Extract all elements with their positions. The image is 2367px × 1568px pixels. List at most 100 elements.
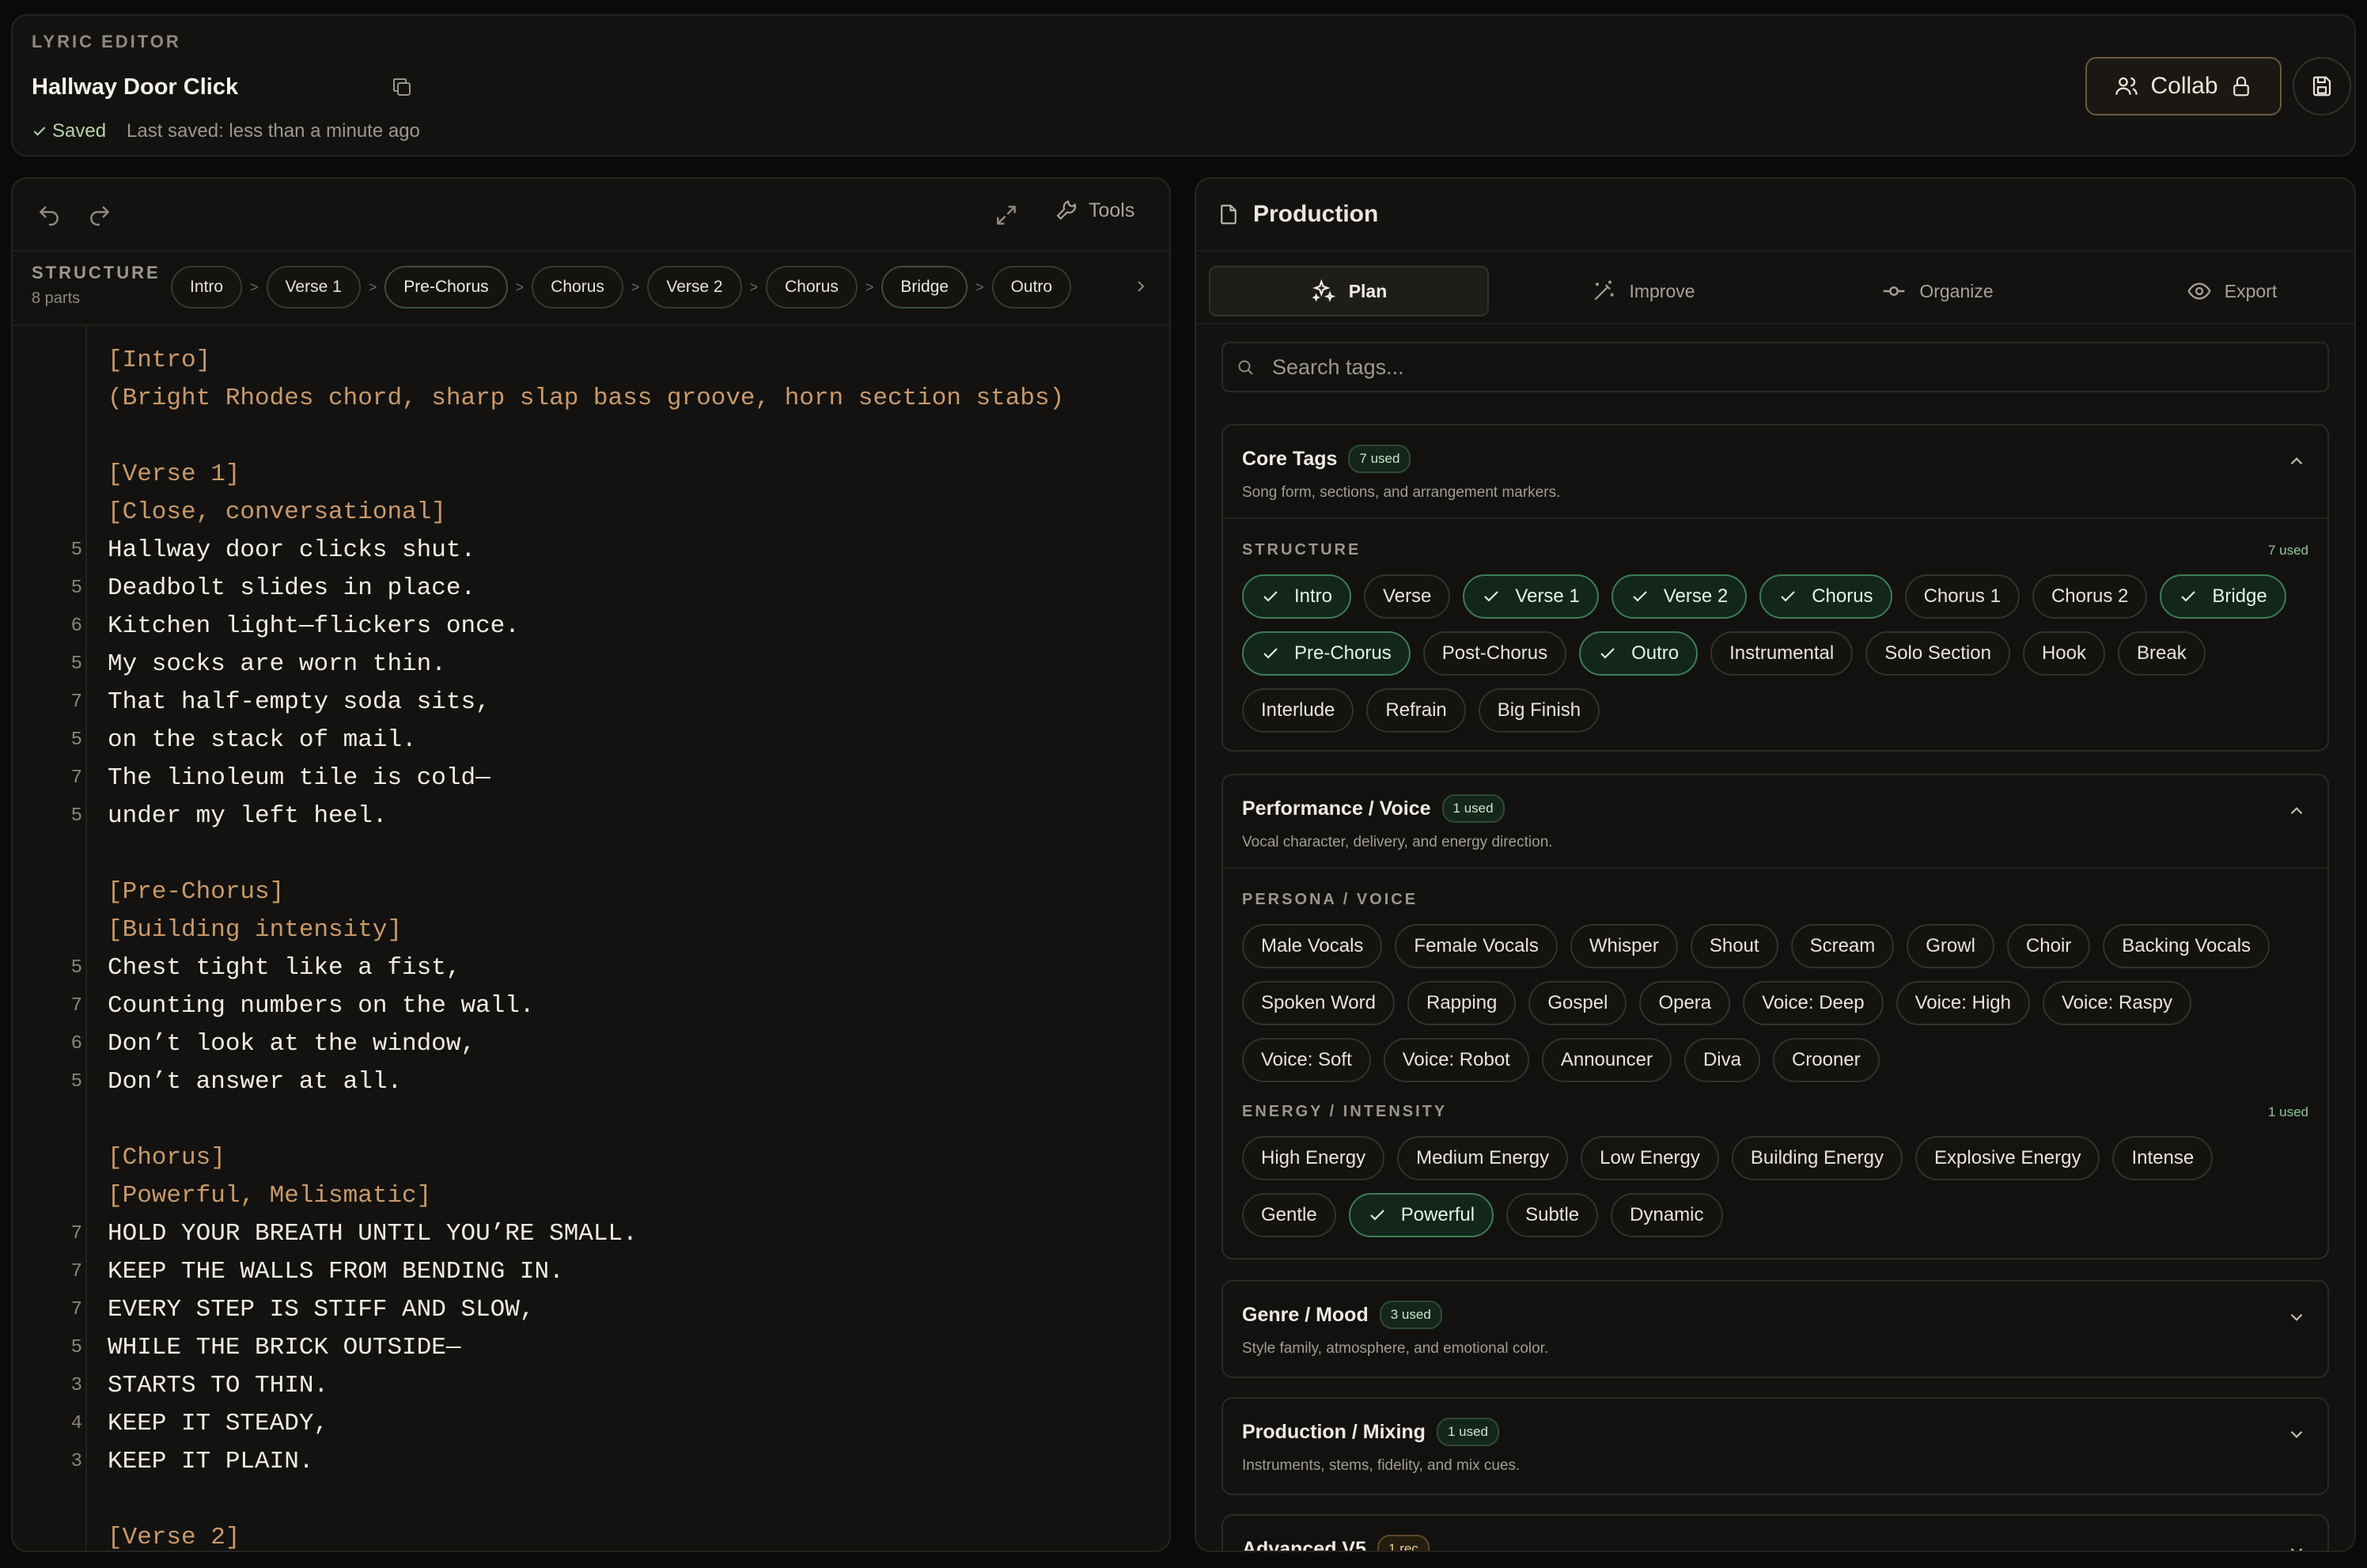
structure-chip[interactable]: Outro (991, 266, 1072, 309)
tag-pill[interactable]: Rapping (1407, 981, 1517, 1025)
tag-pill[interactable]: Explosive Energy (1915, 1136, 2100, 1180)
lyric-line[interactable]: Counting numbers on the wall. (108, 987, 535, 1025)
chevron-up-icon[interactable] (2286, 451, 2307, 472)
tag-pill[interactable]: Verse 1 (1463, 574, 1599, 619)
copy-icon[interactable] (386, 71, 418, 103)
tag-pill[interactable]: Growl (1907, 924, 1994, 968)
tag-pill[interactable]: Voice: Robot (1383, 1038, 1529, 1082)
tag-pill[interactable]: Instrumental (1710, 631, 1854, 676)
collab-button[interactable]: Collab (2085, 57, 2282, 116)
tag-pill[interactable]: Spoken Word (1242, 981, 1395, 1025)
tag-pill[interactable]: Big Finish (1478, 688, 1600, 733)
structure-chip[interactable]: Intro (171, 266, 243, 309)
tag-pill[interactable]: Break (2118, 631, 2206, 676)
tag-pill[interactable]: Gospel (1528, 981, 1627, 1025)
tag-pill[interactable]: Voice: Deep (1743, 981, 1884, 1025)
lyric-line[interactable]: Don’t answer at all. (108, 1063, 402, 1101)
structure-chip[interactable]: Verse 2 (647, 266, 742, 309)
tag-pill[interactable]: High Energy (1242, 1136, 1385, 1180)
chevron-right-icon[interactable] (1131, 277, 1150, 296)
lyric-line[interactable]: The linoleum tile is cold— (108, 759, 490, 797)
tag-pill[interactable]: Medium Energy (1397, 1136, 1569, 1180)
section-tag-line[interactable]: (Bright Rhodes chord, sharp slap bass gr… (108, 380, 1064, 418)
save-icon[interactable] (2293, 57, 2351, 116)
section-tag-line[interactable]: [Pre-Chorus] (108, 873, 284, 911)
section-tag-line[interactable]: [Powerful, Melismatic] (108, 1177, 431, 1215)
tag-pill[interactable]: Male Vocals (1242, 924, 1383, 968)
tag-pill[interactable]: Diva (1683, 1038, 1760, 1082)
tag-pill[interactable]: Outro (1579, 631, 1699, 676)
tag-pill[interactable]: Intro (1242, 574, 1352, 619)
tag-pill[interactable]: Whisper (1570, 924, 1678, 968)
document-title[interactable]: Hallway Door Click (32, 74, 238, 100)
tag-pill[interactable]: Solo Section (1865, 631, 2010, 676)
structure-chip[interactable]: Bridge (881, 266, 968, 309)
lyric-line[interactable]: STARTS TO THIN. (108, 1367, 328, 1405)
lyric-line[interactable]: under my left heel. (108, 797, 387, 835)
redo-icon[interactable] (84, 199, 116, 231)
tag-pill[interactable]: Chorus 2 (2032, 574, 2148, 619)
structure-chip[interactable]: Chorus (766, 266, 858, 309)
structure-chip[interactable]: Pre-Chorus (384, 266, 508, 309)
tag-pill[interactable]: Scream (1790, 924, 1895, 968)
tag-pill[interactable]: Pre-Chorus (1242, 631, 1411, 676)
lyric-line[interactable]: HOLD YOUR BREATH UNTIL YOU’RE SMALL. (108, 1215, 638, 1253)
tag-pill[interactable]: Chorus (1759, 574, 1892, 619)
tag-pill[interactable]: Dynamic (1611, 1193, 1723, 1237)
core-tags-header[interactable]: Core Tags 7 used Song form, sections, an… (1223, 426, 2327, 519)
tag-pill[interactable]: Intense (2112, 1136, 2214, 1180)
advanced-header[interactable]: Advanced V5 1 rec (1223, 1516, 2327, 1551)
chevron-down-icon[interactable] (2286, 1424, 2307, 1445)
lyric-line[interactable]: My socks are worn thin. (108, 646, 446, 684)
undo-icon[interactable] (33, 199, 65, 231)
tag-pill[interactable]: Verse (1364, 574, 1451, 619)
genre-header[interactable]: Genre / Mood 3 used Style family, atmosp… (1223, 1282, 2327, 1375)
chevron-up-icon[interactable] (2286, 801, 2307, 821)
tag-pill[interactable]: Subtle (1506, 1193, 1599, 1237)
lyric-line[interactable]: Don’t look at the window, (108, 1025, 475, 1063)
tag-pill[interactable]: Gentle (1242, 1193, 1336, 1237)
lyric-line[interactable]: Kitchen light—flickers once. (108, 608, 520, 646)
lyric-line[interactable]: Hallway door clicks shut. (108, 532, 475, 570)
tag-pill[interactable]: Voice: Soft (1242, 1038, 1371, 1082)
tag-search[interactable] (1221, 342, 2329, 392)
mixing-header[interactable]: Production / Mixing 1 used Instruments, … (1223, 1399, 2327, 1492)
tag-pill[interactable]: Female Vocals (1395, 924, 1558, 968)
lyric-line[interactable]: Chest tight like a fist, (108, 949, 460, 987)
section-tag-line[interactable]: [Verse 1] (108, 456, 240, 494)
tag-pill[interactable]: Hook (2022, 631, 2105, 676)
lyric-line[interactable]: That half-empty soda sits, (108, 684, 490, 722)
tag-pill[interactable]: Opera (1639, 981, 1731, 1025)
tag-pill[interactable]: Voice: High (1895, 981, 2030, 1025)
lyric-line[interactable]: on the stack of mail. (108, 722, 417, 759)
tab-export[interactable]: Export (2092, 266, 2354, 316)
section-tag-line[interactable]: [Intro] (108, 342, 210, 380)
section-tag-line[interactable]: [Chorus] (108, 1139, 225, 1177)
lyric-line[interactable]: Deadbolt slides in place. (108, 570, 475, 608)
tag-pill[interactable]: Low Energy (1581, 1136, 1719, 1180)
lyric-line[interactable]: KEEP THE WALLS FROM BENDING IN. (108, 1253, 564, 1291)
tag-pill[interactable]: Voice: Raspy (2042, 981, 2192, 1025)
tag-pill[interactable]: Post-Chorus (1422, 631, 1567, 676)
lyric-line[interactable]: EVERY STEP IS STIFF AND SLOW, (108, 1291, 535, 1329)
chevron-down-icon[interactable] (2286, 1307, 2307, 1327)
structure-chip[interactable]: Verse 1 (266, 266, 361, 309)
tools-button[interactable]: Tools (1054, 198, 1134, 223)
tag-pill[interactable]: Backing Vocals (2103, 924, 2270, 968)
search-input[interactable] (1272, 354, 2301, 380)
tag-pill[interactable]: Shout (1690, 924, 1778, 968)
lyric-line[interactable]: WHILE THE BRICK OUTSIDE— (108, 1329, 460, 1367)
tab-improve[interactable]: Improve (1503, 266, 1783, 316)
section-tag-line[interactable]: [Verse 2] (108, 1519, 240, 1551)
structure-chip[interactable]: Chorus (532, 266, 623, 309)
lyric-line[interactable]: KEEP IT STEADY, (108, 1405, 328, 1443)
tag-pill[interactable]: Announcer (1541, 1038, 1672, 1082)
section-tag-line[interactable]: [Close, conversational] (108, 494, 446, 532)
tag-pill[interactable]: Refrain (1366, 688, 1466, 733)
tag-pill[interactable]: Interlude (1242, 688, 1354, 733)
lyric-line[interactable]: KEEP IT PLAIN. (108, 1443, 313, 1481)
section-tag-line[interactable]: [Building intensity] (108, 911, 402, 949)
tag-pill[interactable]: Verse 2 (1611, 574, 1748, 619)
tab-organize[interactable]: Organize (1797, 266, 2077, 316)
chevron-down-icon[interactable] (2286, 1541, 2307, 1551)
